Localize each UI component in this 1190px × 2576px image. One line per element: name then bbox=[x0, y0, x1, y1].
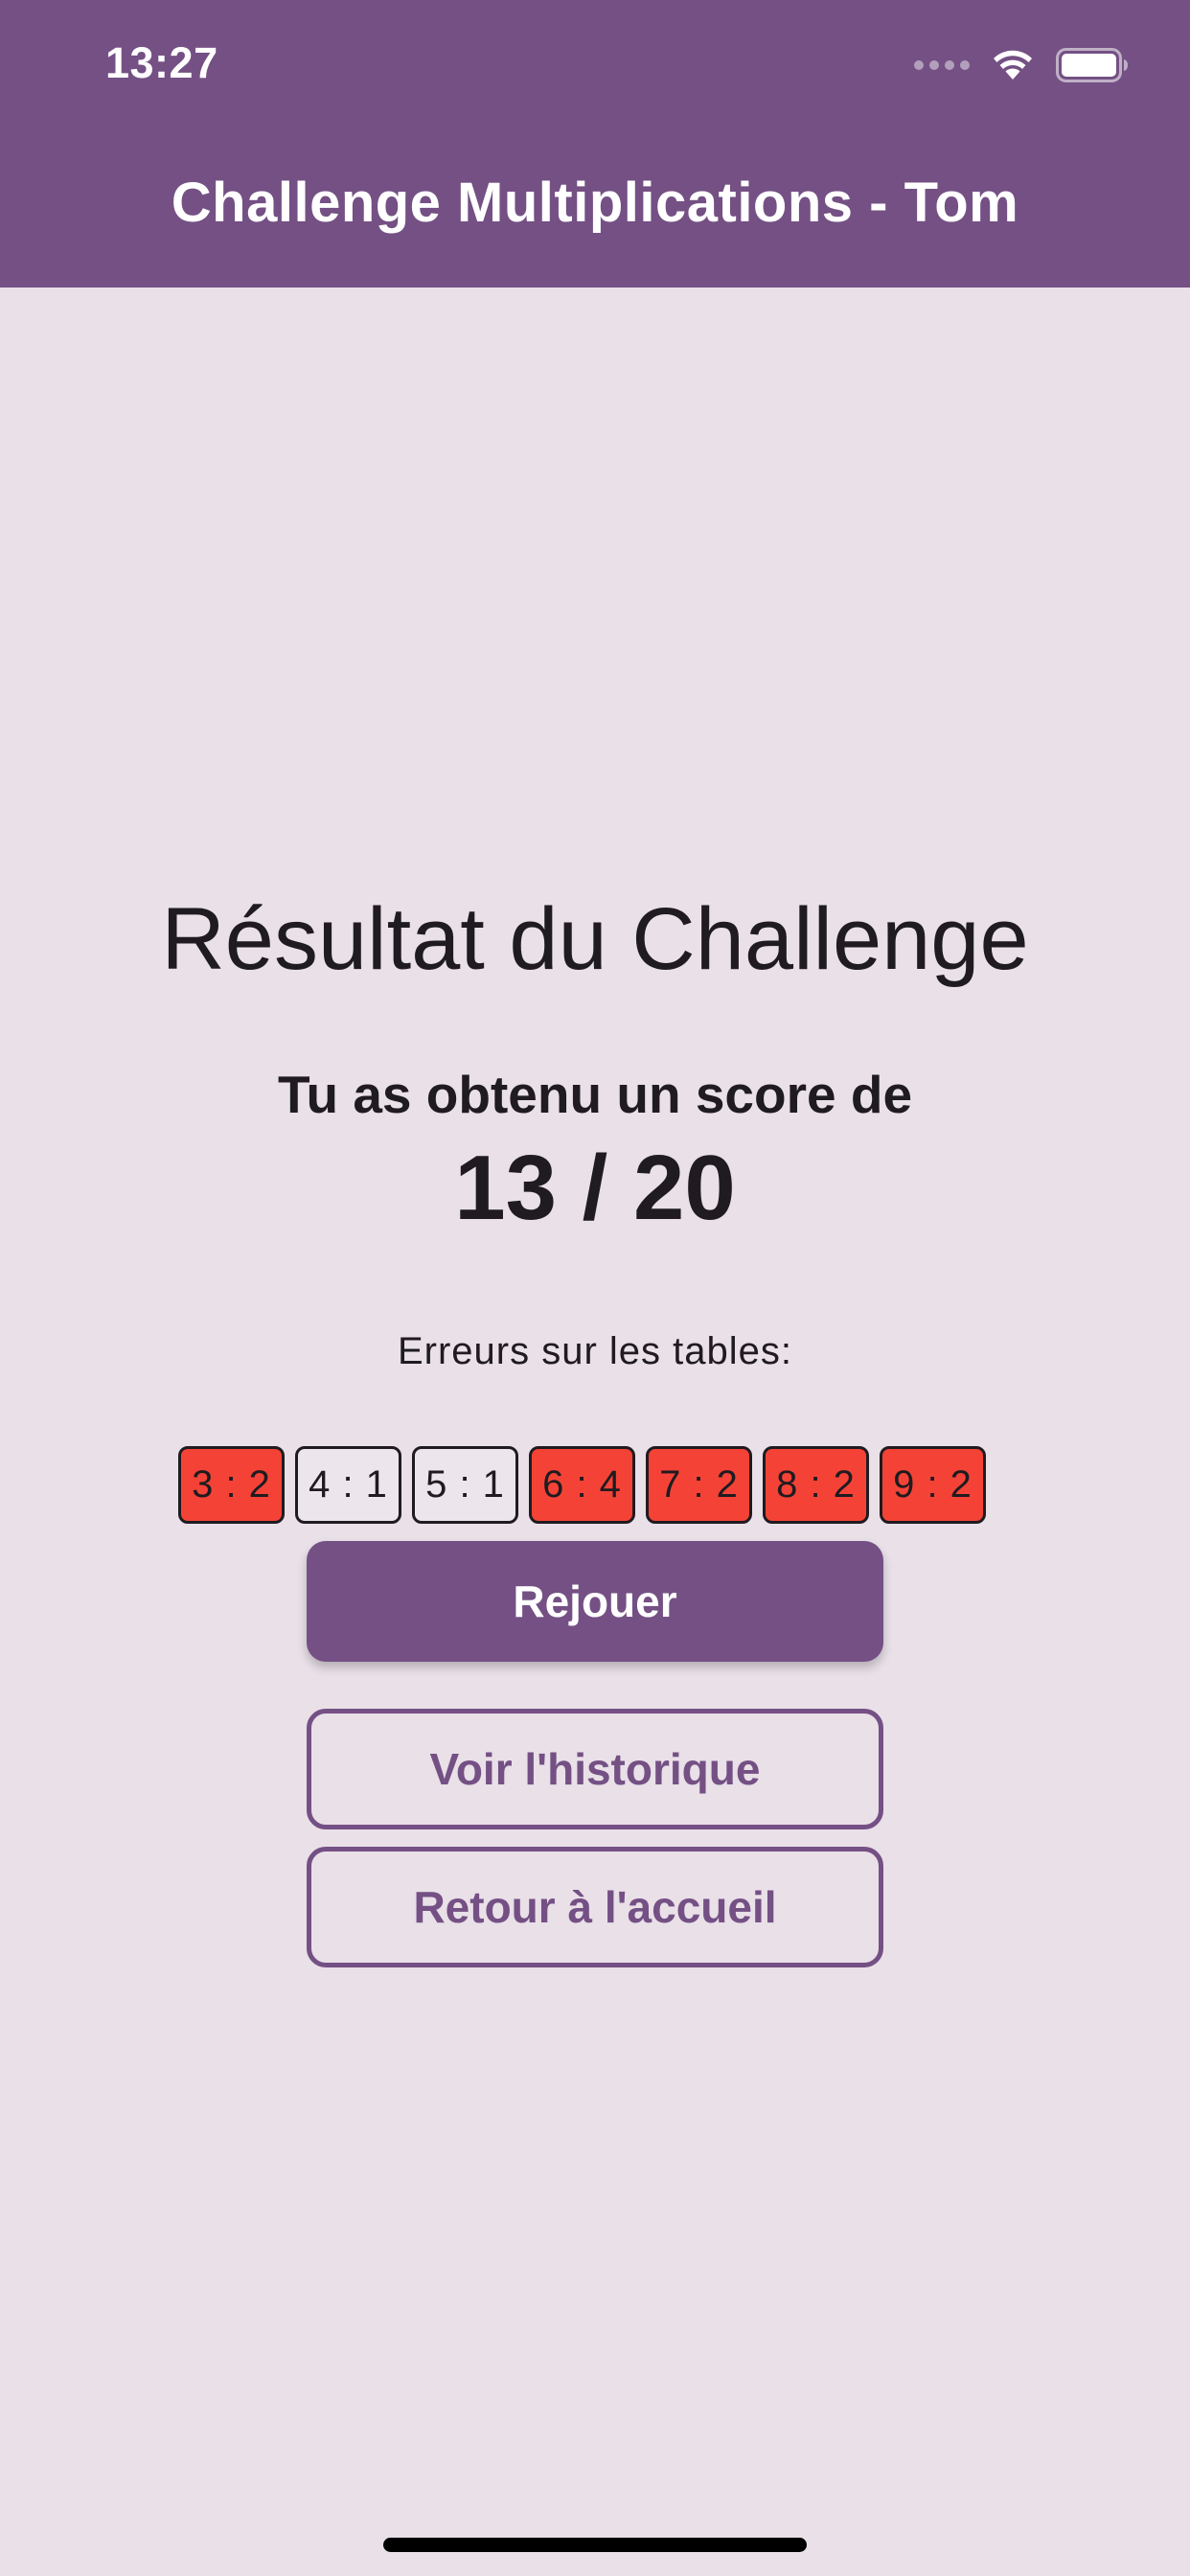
status-time: 13:27 bbox=[105, 38, 218, 87]
battery-icon bbox=[1056, 48, 1129, 82]
table-chip: 5 : 1 bbox=[412, 1446, 518, 1524]
replay-button[interactable]: Rejouer bbox=[307, 1541, 883, 1662]
home-indicator[interactable] bbox=[383, 2538, 807, 2552]
app-title: Challenge Multiplications - Tom bbox=[171, 172, 1019, 234]
score-label: Tu as obtenu un score de bbox=[277, 1065, 913, 1124]
home-button[interactable]: Retour à l'accueil bbox=[307, 1847, 883, 1967]
table-chip: 7 : 2 bbox=[646, 1446, 752, 1524]
errors-label: Erreurs sur les tables: bbox=[397, 1330, 793, 1372]
table-chip: 9 : 2 bbox=[880, 1446, 986, 1524]
history-button[interactable]: Voir l'historique bbox=[307, 1709, 883, 1829]
app-header: 13:27 Challenge Multiplications - Tom bbox=[0, 0, 1190, 288]
status-icons bbox=[914, 46, 1129, 84]
score-value: 13 / 20 bbox=[454, 1137, 736, 1239]
table-chip: 4 : 1 bbox=[295, 1446, 401, 1524]
wifi-icon bbox=[991, 49, 1035, 81]
table-chip: 6 : 4 bbox=[529, 1446, 635, 1524]
table-chips: 3 : 2 4 : 1 5 : 1 6 : 4 7 : 2 8 : 2 9 : … bbox=[178, 1446, 986, 1524]
cellular-signal-icon bbox=[914, 60, 970, 70]
table-chip: 3 : 2 bbox=[178, 1446, 285, 1524]
result-title: Résultat du Challenge bbox=[161, 890, 1029, 988]
table-chip: 8 : 2 bbox=[763, 1446, 869, 1524]
